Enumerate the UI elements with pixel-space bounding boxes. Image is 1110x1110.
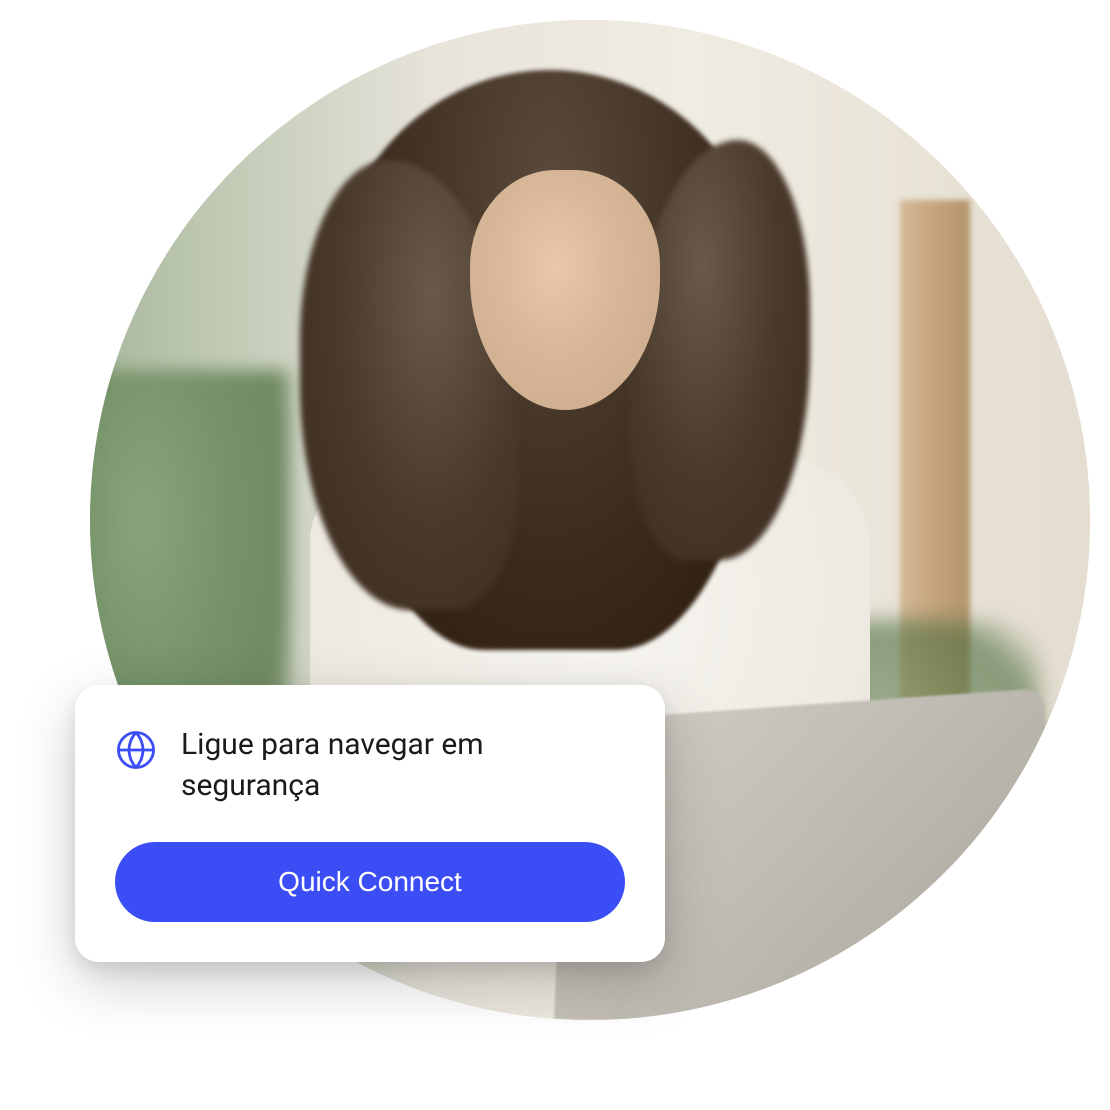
card-header: Ligue para navegar em segurança xyxy=(115,725,625,806)
quick-connect-button[interactable]: Quick Connect xyxy=(115,842,625,922)
connect-card: Ligue para navegar em segurança Quick Co… xyxy=(75,685,665,962)
hero-container: Ligue para navegar em segurança Quick Co… xyxy=(0,0,1110,1110)
globe-icon xyxy=(115,729,157,771)
card-title: Ligue para navegar em segurança xyxy=(181,725,625,806)
